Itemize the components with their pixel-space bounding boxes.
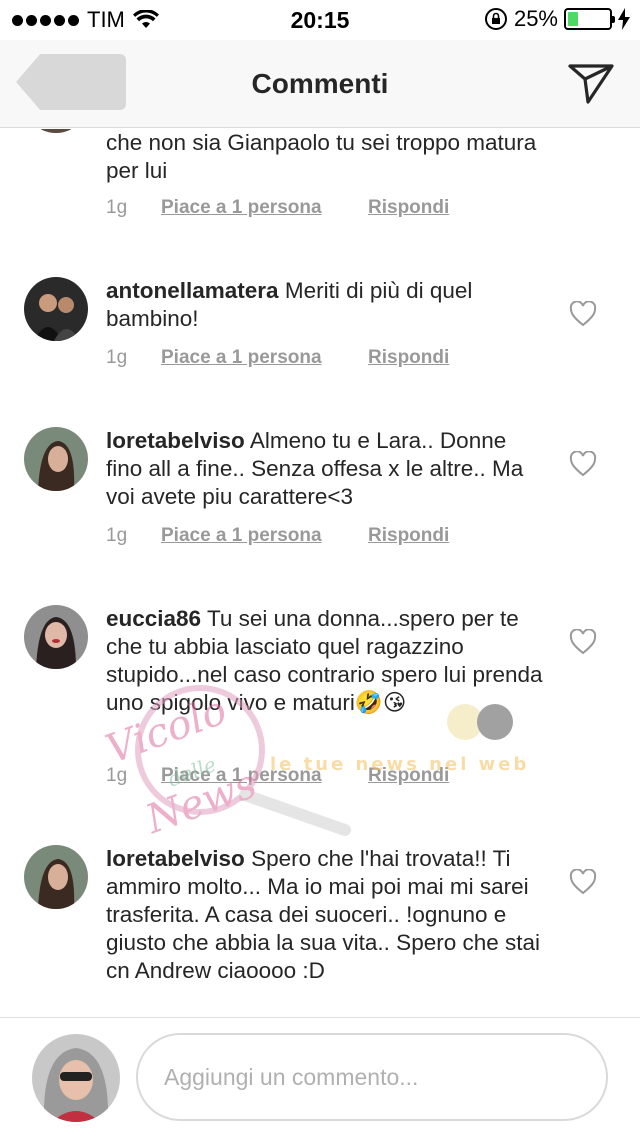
reply-link[interactable]: Rispondi [368,525,449,547]
battery-percent: 25% [513,6,558,31]
comment-text: loretabelviso Almeno tu e Lara.. Donne f… [106,427,546,511]
battery-icon [564,8,615,30]
send-icon[interactable] [566,58,616,108]
comment-username[interactable]: euccia86 [106,606,201,631]
comment-input[interactable] [136,1033,608,1121]
battery-info: 25% [484,6,630,32]
comment-body: che non sia Gianpaolo tu sei troppo matu… [106,130,537,183]
comment-age: 1g [106,525,128,546]
heart-icon[interactable] [569,451,597,477]
reply-link[interactable]: Rispondi [368,347,449,369]
comment-text: loretabelviso Spero che l'hai trovata!! … [106,845,546,985]
comment-username[interactable]: loretabelviso [106,846,245,871]
avatar[interactable] [24,277,88,341]
likes-link[interactable]: Piace a 1 persona [161,197,368,219]
comment-meta: 1g Piace a 1 persona Rispondi [106,765,449,787]
avatar[interactable] [24,605,88,669]
comment-age: 1g [106,765,128,786]
comment-text: antonellamatera Meriti di più di quel ba… [106,277,546,333]
status-bar: TIM 20:15 25% [0,0,640,40]
navigation-bar: Commenti [0,40,640,128]
avatar[interactable] [24,427,88,491]
reply-link[interactable]: Rispondi [368,197,449,219]
page-title: Commenti [251,68,389,99]
comment-username[interactable]: antonellamatera [106,278,279,303]
heart-icon[interactable] [569,869,597,895]
avatar[interactable] [24,845,88,909]
comment-list[interactable]: che non sia Gianpaolo tu sei troppo matu… [0,129,640,1017]
charging-bolt-icon [618,8,630,30]
rotation-lock-icon [484,8,507,30]
comment-age: 1g [106,197,128,218]
avatar[interactable] [24,129,88,133]
likes-link[interactable]: Piace a 1 persona [161,765,368,787]
avatar[interactable] [32,1034,120,1122]
comment-text: euccia86 Tu sei una donna...spero per te… [106,605,546,717]
comment-meta: 1g Piace a 1 persona Rispondi [106,347,449,369]
heart-icon[interactable] [569,301,597,327]
comment-meta: 1g Piace a 1 persona Rispondi [106,197,449,219]
reply-link[interactable]: Rispondi [368,765,449,787]
comment-composer [0,1017,640,1136]
likes-link[interactable]: Piace a 1 persona [161,525,368,547]
comment-age: 1g [106,347,128,368]
comment-meta: 1g Piace a 1 persona Rispondi [106,525,449,547]
comment-username[interactable]: loretabelviso [106,428,245,453]
heart-icon[interactable] [569,629,597,655]
comment-text: che non sia Gianpaolo tu sei troppo matu… [106,129,546,185]
likes-link[interactable]: Piace a 1 persona [161,347,368,369]
